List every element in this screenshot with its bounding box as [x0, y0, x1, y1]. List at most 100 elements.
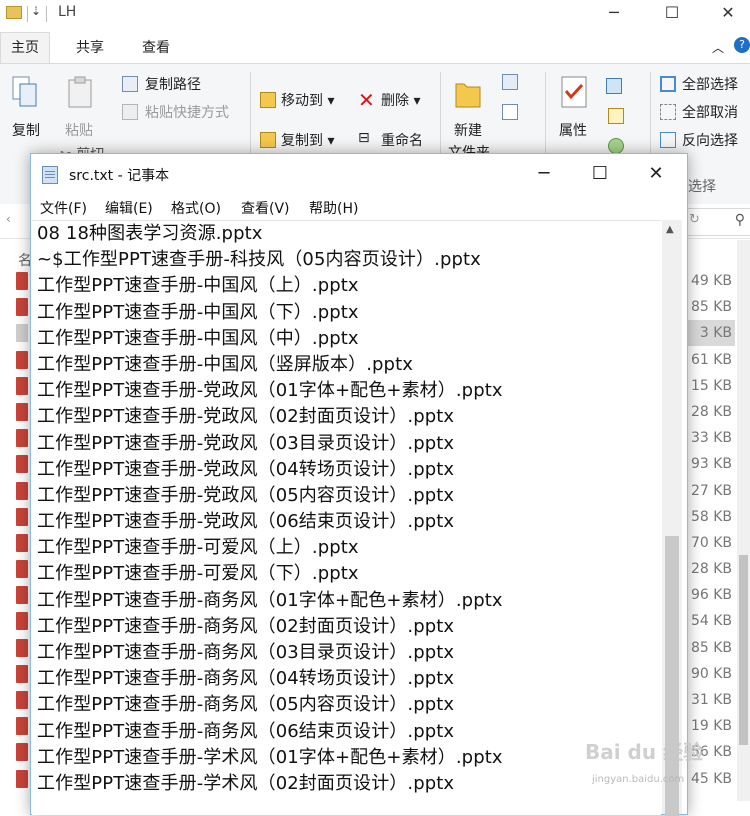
new-button[interactable]: 新建 — [454, 120, 482, 140]
paste-shortcut-button[interactable]: 粘贴快捷方式 — [145, 102, 229, 122]
pptx-file-icon — [16, 769, 28, 788]
text-line: 工作型PPT速查手册-可爱风（上）.pptx — [37, 537, 359, 559]
menu-file[interactable]: 文件(F) — [40, 198, 87, 218]
file-size: 28 KB — [690, 561, 732, 578]
collapse-ribbon-icon[interactable]: ︿ — [712, 39, 724, 56]
text-line: 工作型PPT速查手册-商务风（04转场页设计）.pptx — [37, 668, 455, 690]
explorer-scrollbar[interactable] — [737, 240, 750, 801]
pptx-file-icon — [16, 691, 28, 709]
select-none-button[interactable]: 全部取消 — [682, 102, 738, 122]
move-to-label: 移动到 — [281, 93, 323, 109]
file-size: 45 KB — [690, 770, 732, 787]
text-line: ~$工作型PPT速查手册-科技风（05内容页设计）.pptx — [37, 249, 481, 271]
divider — [27, 6, 28, 22]
pptx-file-icon — [16, 481, 28, 500]
move-to-button[interactable]: 移动到 ▾ — [281, 90, 334, 110]
file-size: 93 KB — [690, 456, 732, 473]
pptx-file-icon — [16, 376, 28, 395]
search-icon: ⚲ — [734, 212, 745, 228]
tab-share[interactable]: 共享 — [76, 37, 104, 57]
pptx-file-icon — [16, 455, 28, 474]
file-size: 85 KB — [690, 299, 732, 316]
copy-button[interactable]: 复制 — [12, 120, 40, 140]
delete-x-icon: ✕ — [358, 88, 375, 112]
pptx-file-icon — [16, 586, 28, 605]
invert-selection-button[interactable]: 反向选择 — [682, 130, 738, 150]
new-folder-icon — [455, 83, 481, 108]
maximize-icon[interactable]: ☐ — [577, 158, 623, 190]
pptx-file-icon — [16, 533, 28, 552]
paste-icon — [68, 76, 92, 108]
maximize-icon[interactable]: ☐ — [652, 1, 692, 25]
size-column: 49 KB 85 KB 3 KB 61 KB 15 KB 28 KB 33 KB… — [682, 268, 732, 792]
properties-button[interactable]: 属性 — [559, 120, 587, 140]
ribbon-tabs: 主页 共享 查看 ︿ ? — [0, 31, 750, 65]
pptx-file-icon — [16, 429, 28, 448]
tab-view[interactable]: 查看 — [142, 37, 170, 57]
file-size: 28 KB — [690, 403, 732, 420]
scroll-up-icon[interactable]: ▲ — [666, 224, 674, 235]
close-icon[interactable]: ✕ — [633, 158, 679, 190]
file-size: 96 KB — [690, 587, 732, 604]
file-size: 27 KB — [690, 482, 732, 499]
minimize-icon[interactable]: ─ — [521, 158, 567, 190]
text-editor-area[interactable]: 08 18种图表学习资源.pptx ~$工作型PPT速查手册-科技风（05内容页… — [32, 220, 661, 815]
tab-home[interactable]: 主页 — [0, 32, 50, 65]
quick-access-arrow-icon[interactable]: ⇣ — [31, 4, 41, 18]
copy-icon — [12, 76, 37, 107]
search-input[interactable]: ⚲ ↻ — [686, 208, 750, 236]
select-all-icon — [660, 76, 676, 92]
pptx-file-icon — [16, 350, 28, 369]
select-all-button[interactable]: 全部选择 — [682, 74, 738, 94]
move-to-icon — [260, 92, 276, 108]
notepad-scrollbar[interactable]: ▲ — [662, 220, 682, 816]
file-icon — [16, 324, 28, 343]
copy-path-button[interactable]: 复制路径 — [145, 74, 201, 94]
scrollbar-thumb[interactable] — [739, 555, 748, 745]
file-size: 15 KB — [690, 377, 732, 394]
file-size: 33 KB — [690, 430, 732, 447]
copy-to-button[interactable]: 复制到 ▾ — [281, 130, 334, 150]
pptx-file-icon — [16, 717, 28, 736]
menu-format[interactable]: 格式(O) — [171, 198, 221, 218]
file-size: 3 KB — [699, 325, 732, 342]
file-size: 58 KB — [690, 508, 732, 525]
file-size: 54 KB — [690, 613, 732, 630]
copy-to-icon — [260, 132, 276, 148]
pptx-file-icon — [16, 507, 28, 526]
menu-edit[interactable]: 编辑(E) — [105, 198, 153, 218]
file-size: 70 KB — [690, 534, 732, 551]
rename-button[interactable]: 重命名 — [381, 130, 423, 150]
text-line: 工作型PPT速查手册-党政风（06结束页设计）.pptx — [37, 511, 455, 533]
baidu-watermark: Bai du 经验 — [585, 740, 704, 764]
text-line: 工作型PPT速查手册-中国风（中）.pptx — [37, 327, 359, 349]
menu-help[interactable]: 帮助(H) — [309, 198, 358, 218]
invert-selection-icon — [660, 132, 676, 148]
help-icon[interactable]: ? — [734, 37, 750, 53]
file-size: 31 KB — [690, 692, 732, 708]
delete-button[interactable]: 删除 ▾ — [381, 90, 420, 110]
close-icon[interactable]: ✕ — [708, 1, 748, 25]
notepad-titlebar[interactable]: src.txt - 记事本 ─ ☐ ✕ — [31, 154, 687, 194]
easy-access-icon[interactable] — [502, 104, 518, 120]
edit-icon[interactable] — [608, 108, 624, 124]
refresh-icon[interactable]: ↻ — [689, 212, 700, 227]
text-line: 工作型PPT速查手册-党政风（02封面页设计）.pptx — [37, 406, 455, 428]
history-icon[interactable] — [608, 138, 624, 154]
paste-button[interactable]: 粘贴 — [65, 120, 93, 140]
menu-view[interactable]: 查看(V) — [241, 198, 290, 218]
open-icon[interactable] — [606, 78, 622, 94]
back-arrow-icon[interactable]: ‹ — [6, 212, 11, 226]
properties-icon — [561, 76, 587, 108]
pptx-file-icon — [16, 664, 28, 683]
text-line: 工作型PPT速查手册-商务风（05内容页设计）.pptx — [37, 694, 455, 716]
text-line: 工作型PPT速查手册-党政风（05内容页设计）.pptx — [37, 484, 455, 506]
text-line: 工作型PPT速查手册-学术风（02封面页设计）.pptx — [37, 772, 455, 794]
rename-icon: ⊟ — [358, 130, 370, 146]
text-line: 工作型PPT速查手册-商务风（01字体+配色+素材）.pptx — [37, 589, 503, 611]
select-none-icon — [660, 104, 676, 120]
minimize-icon[interactable]: ─ — [594, 1, 634, 25]
copy-to-label: 复制到 — [281, 133, 323, 149]
text-line: 工作型PPT速查手册-商务风（02封面页设计）.pptx — [37, 615, 455, 637]
new-item-icon[interactable] — [502, 74, 518, 90]
